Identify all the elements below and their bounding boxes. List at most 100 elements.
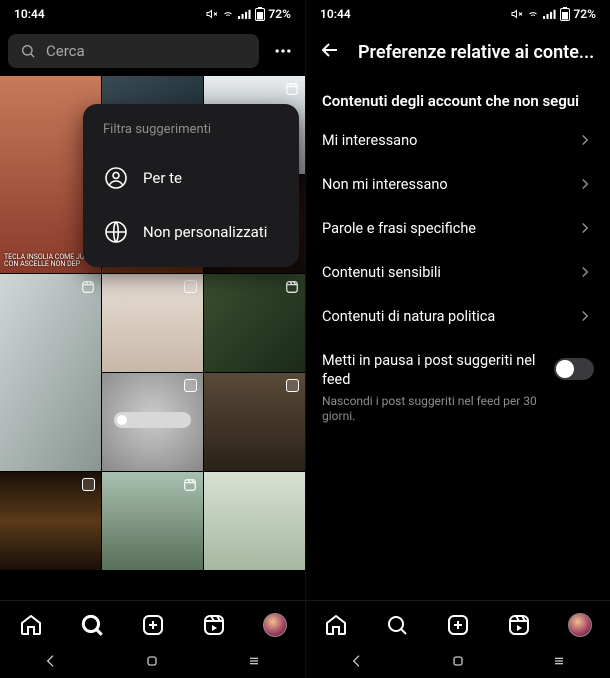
- grid-tile[interactable]: [0, 472, 101, 570]
- reel-icon: [285, 82, 299, 96]
- home-icon: [19, 613, 43, 637]
- sys-home[interactable]: [450, 653, 466, 673]
- page-title: Preferenze relative ai conte...: [358, 42, 594, 63]
- nav-reels[interactable]: [506, 612, 532, 638]
- grid-tile[interactable]: [204, 373, 305, 471]
- sys-back[interactable]: [43, 653, 59, 673]
- page-header: Preferenze relative ai conte...: [306, 28, 610, 76]
- grid-tile[interactable]: [204, 472, 305, 570]
- status-time: 10:44: [320, 7, 351, 21]
- grid-tile[interactable]: [102, 373, 203, 471]
- filter-dropdown: Filtra suggerimenti Per te Non personali…: [83, 104, 299, 267]
- more-button[interactable]: [269, 37, 297, 65]
- reel-icon: [81, 280, 95, 294]
- nav-search[interactable]: [384, 612, 410, 638]
- screen-explore: 10:44 72% Cerca TECLA INSOLIA COME JULIA…: [0, 0, 305, 678]
- grid-tile[interactable]: [102, 472, 203, 570]
- row-label: Contenuti sensibili: [322, 264, 441, 281]
- arrow-left-icon: [318, 38, 342, 62]
- row-words[interactable]: Parole e frasi specifiche: [306, 206, 610, 250]
- sys-recents[interactable]: [551, 653, 567, 673]
- row-interested[interactable]: Mi interessano: [306, 118, 610, 162]
- status-icons: 72%: [206, 7, 291, 21]
- row-label: Non mi interessano: [322, 176, 448, 193]
- reels-icon: [202, 613, 226, 637]
- tile-caption: TECLA INSOLIA COME JULIA CON ASCELLE NON…: [4, 254, 95, 269]
- grid-tile[interactable]: [0, 274, 101, 471]
- chevron-right-icon: [576, 263, 594, 281]
- search-icon: [385, 613, 409, 637]
- search-row: Cerca: [0, 28, 305, 76]
- row-political[interactable]: Contenuti di natura politica: [306, 294, 610, 338]
- sys-recents[interactable]: [246, 653, 262, 673]
- home-icon: [324, 613, 348, 637]
- toggle-switch[interactable]: [554, 358, 594, 380]
- nav-create[interactable]: [445, 612, 471, 638]
- dropdown-item-label: Non personalizzati: [143, 223, 267, 241]
- explore-grid: TECLA INSOLIA COME JULIA CON ASCELLE NON…: [0, 76, 305, 600]
- chevron-right-icon: [576, 219, 594, 237]
- system-nav: [0, 648, 305, 678]
- nav-search[interactable]: [79, 612, 105, 638]
- toggle-title: Metti in pausa i post suggeriti nel feed: [322, 352, 544, 390]
- sys-back[interactable]: [349, 653, 365, 673]
- system-nav: [306, 648, 610, 678]
- plus-square-icon: [141, 613, 165, 637]
- row-pause-suggested: Metti in pausa i post suggeriti nel feed…: [306, 338, 610, 439]
- section-title: Contenuti degli account che non segui: [306, 76, 610, 118]
- row-label: Parole e frasi specifiche: [322, 220, 476, 237]
- nav-home[interactable]: [18, 612, 44, 638]
- pill-placeholder: [114, 412, 191, 428]
- dropdown-title: Filtra suggerimenti: [83, 122, 299, 151]
- more-icon: [273, 41, 293, 61]
- reel-icon: [285, 280, 299, 294]
- nav-reels[interactable]: [201, 612, 227, 638]
- reel-icon: [183, 478, 197, 492]
- mute-icon: [511, 8, 523, 20]
- nav-profile[interactable]: [567, 612, 593, 638]
- person-circle-icon: [103, 165, 129, 191]
- grid-tile[interactable]: [102, 274, 203, 372]
- bottom-nav: [306, 600, 610, 648]
- avatar-icon: [263, 613, 287, 637]
- status-bar: 10:44 72%: [0, 0, 305, 28]
- carousel-icon: [184, 379, 197, 392]
- status-battery: 72%: [268, 7, 291, 21]
- search-placeholder: Cerca: [46, 42, 85, 60]
- search-input[interactable]: Cerca: [8, 34, 259, 68]
- wifi-icon: [526, 8, 540, 20]
- wifi-icon: [221, 8, 235, 20]
- globe-icon: [103, 219, 129, 245]
- mute-icon: [206, 8, 218, 20]
- bottom-nav: [0, 600, 305, 648]
- signal-icon: [543, 8, 557, 20]
- chevron-right-icon: [576, 131, 594, 149]
- status-time: 10:44: [14, 7, 45, 21]
- dropdown-item-not-personalized[interactable]: Non personalizzati: [83, 205, 299, 259]
- row-label: Contenuti di natura politica: [322, 308, 495, 325]
- carousel-icon: [82, 478, 95, 491]
- sys-home[interactable]: [144, 653, 160, 673]
- avatar-icon: [568, 613, 592, 637]
- row-not-interested[interactable]: Non mi interessano: [306, 162, 610, 206]
- chevron-right-icon: [576, 307, 594, 325]
- nav-profile[interactable]: [262, 612, 288, 638]
- status-icons: 72%: [511, 7, 596, 21]
- battery-icon: [255, 7, 265, 21]
- chevron-right-icon: [576, 175, 594, 193]
- signal-icon: [238, 8, 252, 20]
- battery-icon: [560, 7, 570, 21]
- reels-icon: [507, 613, 531, 637]
- back-button[interactable]: [318, 38, 342, 66]
- row-sensitive[interactable]: Contenuti sensibili: [306, 250, 610, 294]
- search-icon: [20, 43, 36, 59]
- plus-square-icon: [446, 613, 470, 637]
- nav-create[interactable]: [140, 612, 166, 638]
- dropdown-item-for-you[interactable]: Per te: [83, 151, 299, 205]
- grid-tile[interactable]: [204, 274, 305, 372]
- screen-settings: 10:44 72% Preferenze relative ai conte..…: [305, 0, 610, 678]
- status-bar: 10:44 72%: [306, 0, 610, 28]
- status-battery: 72%: [573, 7, 596, 21]
- nav-home[interactable]: [323, 612, 349, 638]
- carousel-icon: [286, 379, 299, 392]
